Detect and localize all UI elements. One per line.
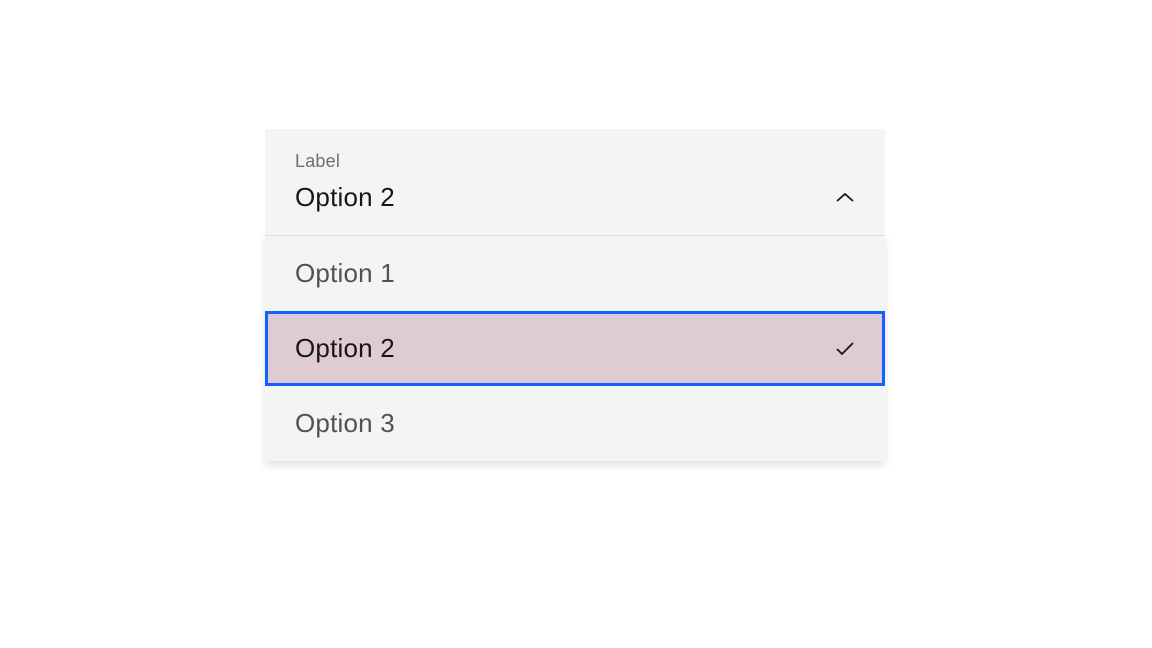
dropdown-selected-value: Option 2 <box>295 182 395 213</box>
dropdown-option-2[interactable]: Option 2 <box>265 311 885 386</box>
dropdown-option-label: Option 3 <box>295 408 395 439</box>
dropdown-option-label: Option 2 <box>295 333 395 364</box>
dropdown-trigger[interactable]: Label Option 2 <box>265 129 885 235</box>
dropdown-label: Label <box>295 151 855 172</box>
dropdown-option-3[interactable]: Option 3 <box>265 386 885 461</box>
dropdown-option-label: Option 1 <box>295 258 395 289</box>
dropdown: Label Option 2 Option 1 Option 2 Option … <box>265 129 885 461</box>
dropdown-menu: Option 1 Option 2 Option 3 <box>265 235 885 461</box>
checkmark-icon <box>835 339 855 359</box>
chevron-up-icon <box>835 188 855 208</box>
dropdown-selected-row: Option 2 <box>295 182 855 213</box>
dropdown-option-1[interactable]: Option 1 <box>265 236 885 311</box>
